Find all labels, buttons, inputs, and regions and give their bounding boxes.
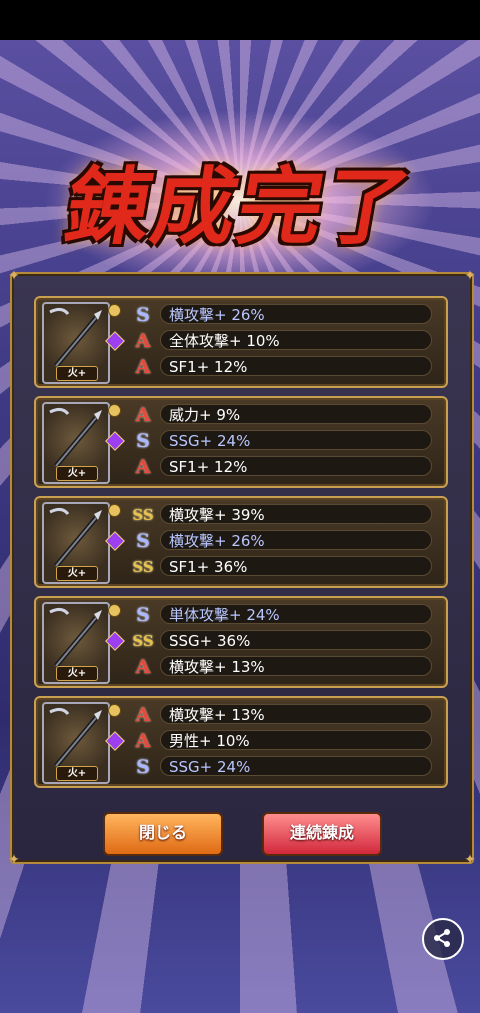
- stat-row: A 男性+ 10%: [132, 730, 436, 752]
- rank-ss-icon: SS: [132, 506, 154, 524]
- stat-text: 横攻撃+ 13%: [160, 656, 432, 676]
- stat-text: SF1+ 36%: [160, 556, 432, 576]
- weapon-thumbnail: 火+: [42, 602, 110, 684]
- element-badge: 火+: [56, 566, 98, 581]
- stat-text: 男性+ 10%: [160, 730, 432, 750]
- element-badge: 火+: [56, 366, 98, 381]
- rank-a-icon: A: [135, 656, 151, 678]
- stat-text: 横攻撃+ 26%: [160, 530, 432, 550]
- stat-text: 全体攻撃+ 10%: [160, 330, 432, 350]
- gold-orb-icon: [108, 604, 121, 617]
- gold-orb-icon: [108, 704, 121, 717]
- rank-s-icon: S: [136, 430, 150, 452]
- rank-s-icon: S: [136, 756, 150, 778]
- status-bar: [0, 0, 480, 40]
- rank-a-icon: A: [135, 356, 151, 378]
- refine-result-card: 火+ SS 横攻撃+ 39% S 横攻撃+ 26% SS SF1+ 36%: [34, 496, 448, 588]
- stat-row: SS SF1+ 36%: [132, 556, 436, 578]
- rank-ss-icon: SS: [132, 558, 154, 576]
- stat-row: S 横攻撃+ 26%: [132, 530, 436, 552]
- gold-orb-icon: [108, 504, 121, 517]
- weapon-thumbnail: 火+: [42, 702, 110, 784]
- gold-orb-icon: [108, 304, 121, 317]
- stat-row: A 横攻撃+ 13%: [132, 656, 436, 678]
- continuous-refine-button[interactable]: 連続錬成: [262, 812, 382, 856]
- stat-text: 横攻撃+ 26%: [160, 304, 432, 324]
- stat-text: 横攻撃+ 39%: [160, 504, 432, 524]
- stat-row: A SF1+ 12%: [132, 456, 436, 478]
- rank-a-icon: A: [135, 330, 151, 352]
- rank-a-icon: A: [135, 730, 151, 752]
- corner-ornament-icon: ✦: [8, 268, 20, 284]
- refine-result-card: 火+ A 威力+ 9% S SSG+ 24% A SF1+ 12%: [34, 396, 448, 488]
- stat-text: SF1+ 12%: [160, 356, 432, 376]
- stat-text: 横攻撃+ 13%: [160, 704, 432, 724]
- stat-text: 単体攻撃+ 24%: [160, 604, 432, 624]
- weapon-thumbnail: 火+: [42, 302, 110, 384]
- weapon-thumbnail: 火+: [42, 502, 110, 584]
- element-badge: 火+: [56, 666, 98, 681]
- corner-ornament-icon: ✦: [8, 852, 20, 868]
- page-title: 錬成完了: [58, 157, 420, 256]
- rank-s-icon: S: [136, 604, 150, 626]
- share-button[interactable]: [422, 918, 464, 960]
- stat-row: S 横攻撃+ 26%: [132, 304, 436, 326]
- refine-result-card: 火+ S 単体攻撃+ 24% SS SSG+ 36% A 横攻撃+ 13%: [34, 596, 448, 688]
- rank-ss-icon: SS: [132, 632, 154, 650]
- stat-text: SSG+ 24%: [160, 756, 432, 776]
- stat-text: 威力+ 9%: [160, 404, 432, 424]
- refine-result-card: 火+ S 横攻撃+ 26% A 全体攻撃+ 10% A SF1+ 12%: [34, 296, 448, 388]
- stat-row: A SF1+ 12%: [132, 356, 436, 378]
- stat-row: A 全体攻撃+ 10%: [132, 330, 436, 352]
- corner-ornament-icon: ✦: [464, 852, 476, 868]
- share-icon: [434, 929, 450, 947]
- corner-ornament-icon: ✦: [464, 268, 476, 284]
- rank-s-icon: S: [136, 304, 150, 326]
- refine-result-card: 火+ A 横攻撃+ 13% A 男性+ 10% S SSG+ 24%: [34, 696, 448, 788]
- stat-row: SS 横攻撃+ 39%: [132, 504, 436, 526]
- stat-row: SS SSG+ 36%: [132, 630, 436, 652]
- stat-text: SSG+ 36%: [160, 630, 432, 650]
- element-badge: 火+: [56, 766, 98, 781]
- stat-row: A 威力+ 9%: [132, 404, 436, 426]
- close-button[interactable]: 閉じる: [103, 812, 223, 856]
- rank-s-icon: S: [136, 530, 150, 552]
- stat-row: S SSG+ 24%: [132, 756, 436, 778]
- rank-a-icon: A: [135, 456, 151, 478]
- stat-row: S SSG+ 24%: [132, 430, 436, 452]
- rank-a-icon: A: [135, 404, 151, 426]
- stat-text: SF1+ 12%: [160, 456, 432, 476]
- element-badge: 火+: [56, 466, 98, 481]
- stat-text: SSG+ 24%: [160, 430, 432, 450]
- gold-orb-icon: [108, 404, 121, 417]
- stat-row: A 横攻撃+ 13%: [132, 704, 436, 726]
- weapon-thumbnail: 火+: [42, 402, 110, 484]
- stat-row: S 単体攻撃+ 24%: [132, 604, 436, 626]
- rank-a-icon: A: [135, 704, 151, 726]
